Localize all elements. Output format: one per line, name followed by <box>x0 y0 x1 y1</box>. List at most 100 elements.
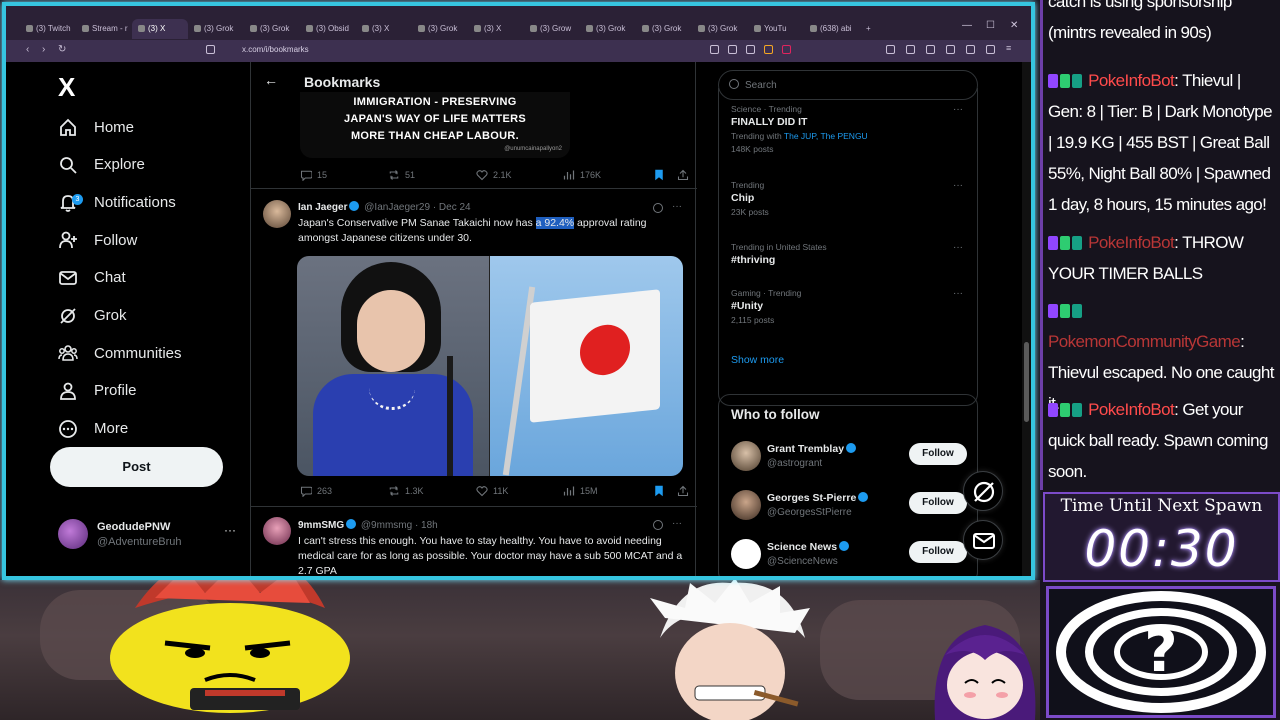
browser-tab[interactable]: (3) Grok <box>188 19 242 39</box>
sidebar-item-explore[interactable]: Explore <box>58 150 145 180</box>
browser-tab[interactable]: (3) Grok <box>412 19 466 39</box>
browser-tab[interactable]: (3) X <box>132 19 188 39</box>
sidebar-item-notifications[interactable]: 3 Notifications <box>58 187 176 217</box>
follow-suggestion[interactable]: Grant Tremblay @astrogrant Follow <box>731 441 971 477</box>
browser-tab[interactable]: (3) Grok <box>580 19 634 39</box>
bookmark-button[interactable] <box>653 169 665 181</box>
follow-button[interactable]: Follow <box>909 492 967 514</box>
follow-suggestion[interactable]: Georges St-Pierre @GeorgesStPierre Follo… <box>731 490 971 526</box>
downloads-icon[interactable] <box>946 45 955 54</box>
bookmark-page-icon[interactable] <box>206 45 215 54</box>
grok-explain-icon[interactable] <box>653 520 663 530</box>
new-tab-button[interactable]: + <box>860 19 876 39</box>
brave-shield-icon[interactable] <box>764 45 773 54</box>
avatar[interactable] <box>263 517 291 545</box>
more-dots-icon[interactable]: ··· <box>672 201 682 212</box>
browser-tab[interactable]: Stream - r <box>76 19 130 39</box>
follow-button[interactable]: Follow <box>909 541 967 563</box>
sidebar-item-follow[interactable]: Follow <box>58 225 137 255</box>
tweet-media[interactable] <box>297 256 683 476</box>
screen-icon[interactable] <box>710 45 719 54</box>
follow-suggestion[interactable]: Science News @ScienceNews Follow <box>731 539 971 575</box>
chat-username[interactable]: PokeInfoBot <box>1088 71 1175 90</box>
browser-tab[interactable]: (3) Grow <box>524 19 578 39</box>
author-name[interactable]: 9mmSMG <box>298 520 344 531</box>
browser-tab[interactable]: (3) Grok <box>244 19 298 39</box>
bookmark-button[interactable] <box>653 485 665 497</box>
more-dots-icon[interactable]: ··· <box>224 523 236 537</box>
scrollbar-thumb[interactable] <box>1024 342 1029 422</box>
page-scrollbar[interactable] <box>1022 62 1031 576</box>
extensions-icon[interactable] <box>886 45 895 54</box>
more-dots-icon[interactable]: ··· <box>953 180 963 191</box>
browser-tab[interactable]: (3) Grok <box>692 19 746 39</box>
sidebar-item-home[interactable]: Home <box>58 112 134 142</box>
browser-tab[interactable]: (3) Obsid <box>300 19 354 39</box>
trend-item[interactable]: Science · Trending FINALLY DID IT Trendi… <box>731 104 967 154</box>
rewards-icon[interactable] <box>782 45 791 54</box>
browser-tab[interactable]: (3) Grok <box>636 19 690 39</box>
trend-link[interactable]: The JUP, The PENGU <box>784 131 868 141</box>
author-handle[interactable]: @9mmsmg <box>361 520 412 531</box>
minimize-button[interactable]: — <box>962 20 972 31</box>
views-button[interactable]: 15M <box>563 485 598 497</box>
reply-button[interactable]: 15 <box>300 169 327 181</box>
repost-button[interactable]: 1.3K <box>388 485 424 497</box>
browser-tab[interactable]: (638) abi <box>804 19 858 39</box>
messages-floating-button[interactable] <box>963 520 1003 560</box>
repost-button[interactable]: 51 <box>388 169 415 181</box>
trend-item[interactable]: Trending Chip 23K posts ··· <box>731 180 967 217</box>
menu-icon[interactable]: ≡ <box>1006 44 1015 54</box>
avatar[interactable] <box>731 441 761 471</box>
grok-floating-button[interactable] <box>963 471 1003 511</box>
grok-explain-icon[interactable] <box>653 203 663 213</box>
account-switcher[interactable]: GeodudePNW @AdventureBruh ··· <box>58 517 238 553</box>
browser-tab[interactable]: (3) Twitch <box>20 19 74 39</box>
post-button[interactable]: Post <box>50 447 223 487</box>
maximize-button[interactable]: ☐ <box>986 20 995 31</box>
trend-item[interactable]: Gaming · Trending #Unity 2,115 posts ··· <box>731 288 967 325</box>
music-icon[interactable] <box>926 45 935 54</box>
trend-item[interactable]: Trending in United States #thriving ··· <box>731 242 967 266</box>
more-dots-icon[interactable]: ··· <box>953 288 963 299</box>
history-icon[interactable] <box>966 45 975 54</box>
share-icon[interactable] <box>746 45 755 54</box>
browser-tab[interactable]: YouTu <box>748 19 802 39</box>
tweet-date[interactable]: · Dec 24 <box>433 202 471 213</box>
sidebar-item-more[interactable]: More <box>58 414 128 444</box>
share-button[interactable] <box>677 485 689 497</box>
forward-icon[interactable]: › <box>42 44 45 55</box>
url-text[interactable]: x.com/i/bookmarks <box>242 45 309 54</box>
back-arrow-icon[interactable]: ← <box>264 72 278 88</box>
follow-button[interactable]: Follow <box>909 443 967 465</box>
more-dots-icon[interactable]: ··· <box>672 518 682 529</box>
more-dots-icon[interactable]: ··· <box>953 104 963 115</box>
avatar[interactable] <box>731 490 761 520</box>
chat-username[interactable]: PokeInfoBot <box>1088 233 1175 252</box>
sidebar-item-communities[interactable]: Communities <box>58 338 182 368</box>
close-window-button[interactable]: ✕ <box>1010 20 1018 31</box>
avatar[interactable] <box>731 539 761 569</box>
avatar[interactable] <box>263 200 291 228</box>
author-name[interactable]: Ian Jaeger <box>298 202 347 213</box>
photo-pm[interactable] <box>297 256 489 476</box>
share-button[interactable] <box>677 169 689 181</box>
chat-username[interactable]: PokeInfoBot <box>1088 400 1175 419</box>
reply-button[interactable]: 263 <box>300 485 332 497</box>
chat-username[interactable]: PokemonCommunityGame <box>1048 332 1241 351</box>
like-button[interactable]: 2.1K <box>476 169 512 181</box>
previous-tweet-image[interactable]: IMMIGRATION - PRESERVING JAPAN'S WAY OF … <box>300 92 570 158</box>
photo-flag[interactable] <box>490 256 683 476</box>
browser-tab[interactable]: (3) X <box>356 19 410 39</box>
browser-tab[interactable]: (3) X <box>468 19 522 39</box>
x-logo[interactable]: X <box>58 72 75 103</box>
sidebar-item-profile[interactable]: Profile <box>58 376 137 406</box>
show-more-link[interactable]: Show more <box>731 354 784 366</box>
sidebar-item-grok[interactable]: Grok <box>58 301 127 331</box>
more-dots-icon[interactable]: ··· <box>953 242 963 253</box>
views-button[interactable]: 176K <box>563 169 601 181</box>
tweet-date[interactable]: · 18h <box>415 520 438 531</box>
author-handle[interactable]: @IanJaeger29 <box>364 202 430 213</box>
back-icon[interactable]: ‹ <box>26 44 29 55</box>
sidebar-item-chat[interactable]: Chat <box>58 263 126 293</box>
